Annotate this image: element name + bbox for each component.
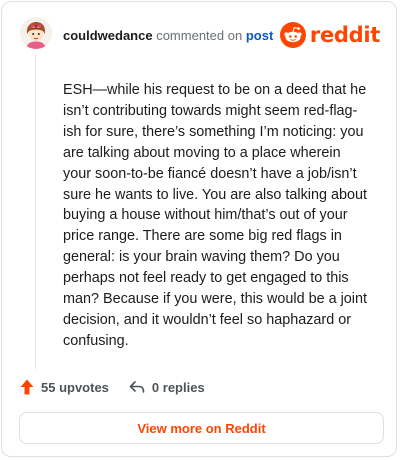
avatar-icon (20, 17, 52, 49)
reddit-wordmark: reddit (309, 23, 380, 47)
reply-arrow-icon (129, 381, 145, 393)
view-more-button[interactable]: View more on Reddit (19, 412, 384, 444)
thread-line (35, 54, 36, 369)
reply-count: 0 replies (151, 379, 205, 395)
comment-embed-card: couldwedance commented on post reddit ES… (1, 1, 397, 457)
post-link[interactable]: post (246, 28, 273, 43)
comment-text: ESH—while his request to be on a deed th… (63, 82, 368, 349)
upvote-arrow-icon (20, 379, 34, 395)
avatar[interactable] (20, 17, 52, 49)
comment-header: couldwedance commented on post (63, 28, 273, 43)
reddit-alien-icon (279, 22, 306, 48)
username-link[interactable]: couldwedance (63, 28, 153, 43)
commented-on-label: commented on (156, 28, 243, 43)
upvote-button[interactable]: 55 upvotes (20, 379, 109, 395)
upvote-count: 55 upvotes (41, 379, 109, 395)
reddit-logo[interactable]: reddit (279, 22, 380, 48)
comment-actions: 55 upvotes 0 replies (20, 379, 205, 395)
reply-button[interactable]: 0 replies (129, 380, 205, 395)
